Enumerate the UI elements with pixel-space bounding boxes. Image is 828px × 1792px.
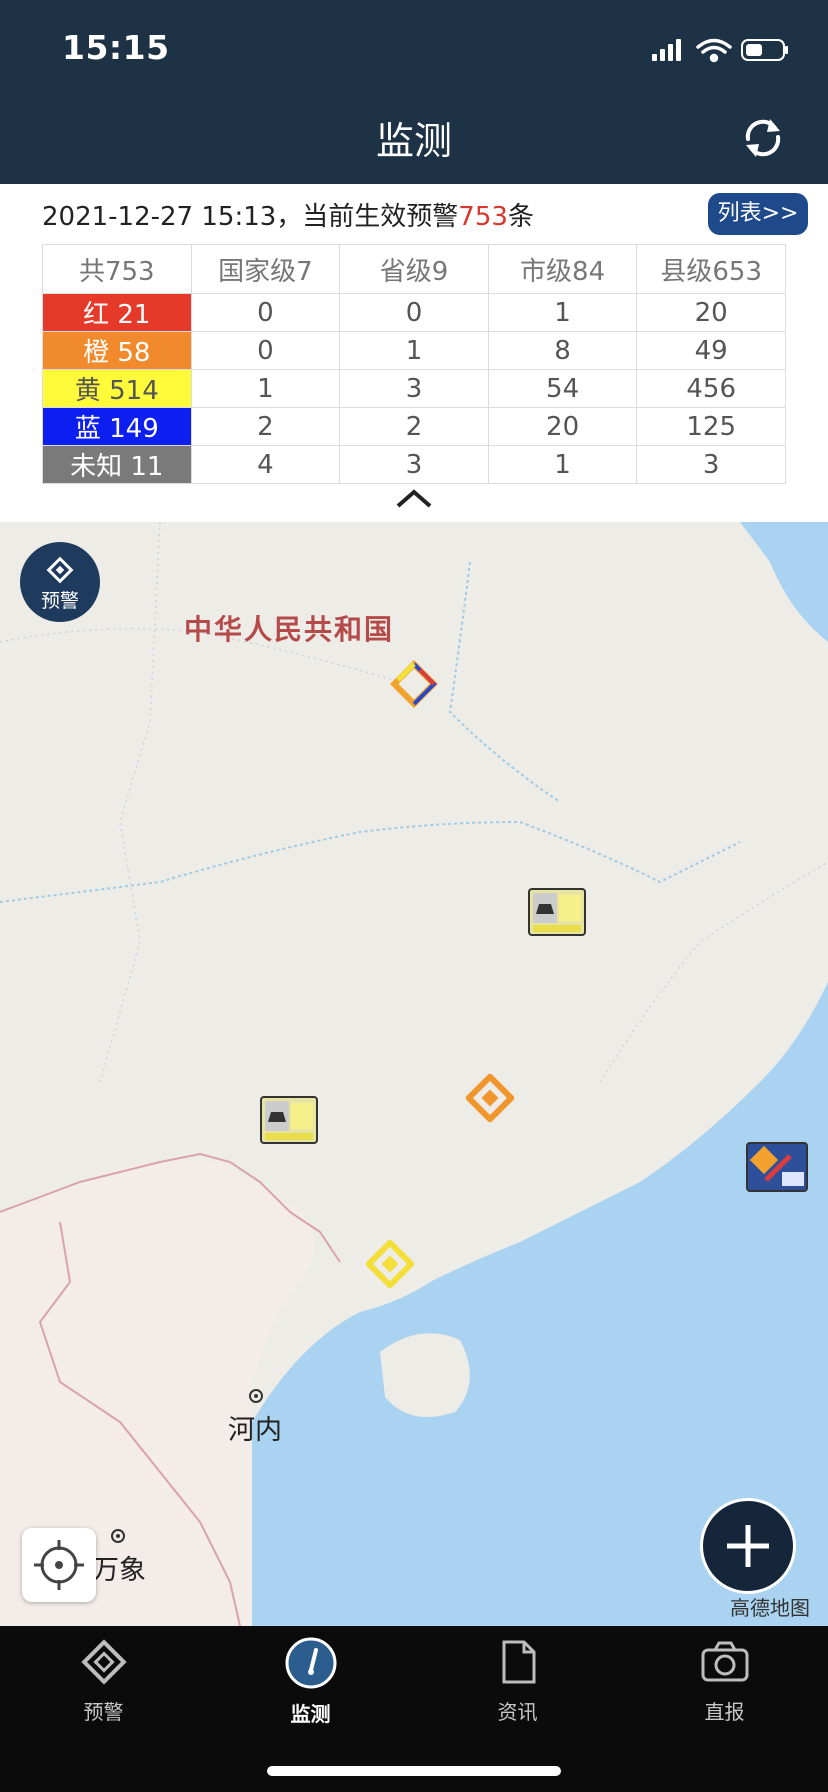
warning-tab-icon [80,1639,127,1685]
table-cell: 3 [339,369,489,408]
map-label-vientiane: 万象 [92,1555,146,1586]
crosshair-icon [34,1540,84,1590]
status-time: 15:15 [62,28,170,67]
table-cell: 8 [487,331,638,370]
table-cell: 2 [190,407,341,446]
gauge-tab-icon [285,1637,336,1689]
table-cell: 0 [190,293,341,332]
document-tab-icon [502,1640,535,1684]
warning-marker-orange-icon[interactable] [466,1074,514,1122]
header-county: 县级653 [636,244,786,294]
tab-news[interactable]: 资讯 [414,1636,621,1725]
summary-line: 2021-12-27 15:13，当前生效预警753条 [42,196,534,233]
header-total: 共753 [42,244,192,294]
tab-label: 直报 [704,1700,745,1724]
table-cell: 20 [487,407,638,446]
level-red-cell: 红 21 [42,293,192,332]
add-report-button[interactable] [700,1498,796,1594]
signal-icon [652,39,681,61]
refresh-icon[interactable] [740,115,786,161]
table-cell: 3 [636,445,786,484]
river-line [0,820,741,903]
tab-warning[interactable]: 预警 [0,1636,207,1725]
summary-suffix: 条 [507,202,534,232]
road-icing-warning-icon[interactable] [260,1096,318,1144]
tab-label: 资讯 [497,1700,538,1724]
locate-button[interactable] [22,1528,96,1602]
tab-label: 监测 [290,1702,331,1726]
sea-area-north [740,522,828,642]
typhoon-warning-icon[interactable] [746,1142,808,1192]
warning-stats-table: 共753 国家级7 省级9 市级84 县级653 红 21 0 0 1 20 橙… [42,244,786,484]
table-cell: 4 [190,445,341,484]
river-line [448,561,561,803]
table-header-row: 共753 国家级7 省级9 市级84 县级653 [42,244,786,294]
map-label-hanoi: 河内 [228,1415,282,1446]
table-cell: 49 [636,331,786,370]
table-row-orange[interactable]: 橙 58 0 1 8 49 [42,331,786,370]
header-national: 国家级7 [190,244,341,294]
level-unknown-cell: 未知 11 [42,445,192,484]
home-indicator[interactable] [267,1766,561,1776]
river-line [99,522,161,1083]
table-row-unknown[interactable]: 未知 11 4 3 1 3 [42,445,786,484]
tab-report[interactable]: 直报 [621,1636,828,1725]
table-cell: 1 [339,331,489,370]
header-city: 市级84 [487,244,638,294]
road-icing-warning-icon[interactable] [528,888,586,936]
warning-marker-multicolor-icon[interactable] [390,660,438,708]
table-cell: 1 [487,445,638,484]
table-cell: 20 [636,293,786,332]
table-row-yellow[interactable]: 黄 514 1 3 54 456 [42,369,786,408]
summary-count: 753 [458,202,508,232]
level-yellow-cell: 黄 514 [42,369,192,408]
tab-monitor[interactable]: 监测 [207,1636,414,1727]
page-title: 监测 [375,119,452,163]
table-cell: 1 [190,369,341,408]
table-cell: 0 [339,293,489,332]
table-cell: 125 [636,407,786,446]
status-icons [652,38,788,63]
table-cell: 54 [487,369,638,408]
warning-layer-button[interactable]: 预警 [20,542,100,622]
table-cell: 2 [339,407,489,446]
table-cell: 0 [190,331,341,370]
wifi-icon [696,38,732,63]
summary-datetime: 2021-12-27 15:13，当前生效预警 [42,202,459,232]
warning-marker-yellow-icon[interactable] [366,1240,414,1288]
map-label-china: 中华人民共和国 [184,613,395,646]
level-blue-cell: 蓝 149 [42,407,192,446]
header-provincial: 省级9 [339,244,489,294]
table-cell: 456 [636,369,786,408]
level-orange-cell: 橙 58 [42,331,192,370]
table-cell: 1 [487,293,638,332]
warning-diamond-icon [46,556,74,584]
tab-label: 预警 [83,1700,124,1724]
collapse-chevron-icon[interactable] [394,486,434,510]
battery-icon [741,39,788,61]
table-cell: 3 [339,445,489,484]
list-button[interactable]: 列表>> [708,193,808,235]
table-row-blue[interactable]: 蓝 149 2 2 20 125 [42,407,786,446]
table-row-red[interactable]: 红 21 0 0 1 20 [42,293,786,332]
warning-layer-label: 预警 [40,590,79,612]
camera-tab-icon [701,1641,748,1682]
map-provider-watermark: 高德地图 [730,1596,810,1620]
hainan-island [380,1333,470,1417]
plus-icon [727,1525,769,1567]
